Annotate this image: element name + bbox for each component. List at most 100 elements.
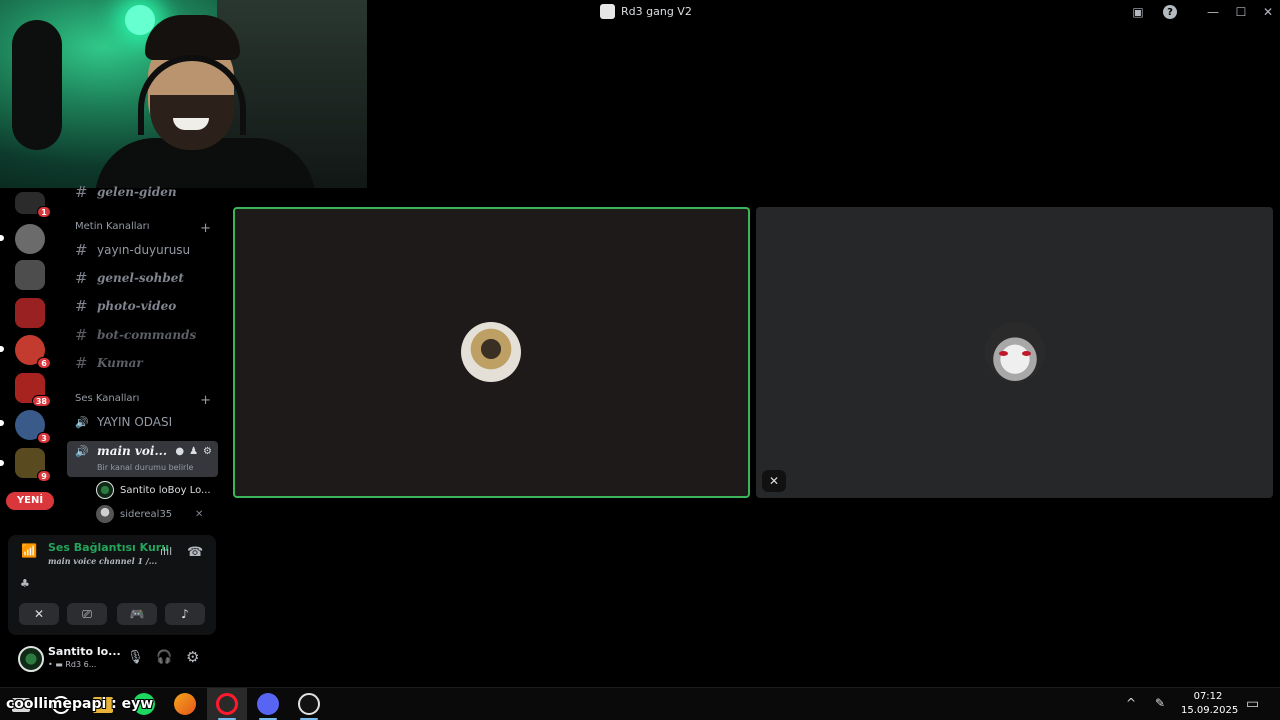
- webcam-microphone: [12, 20, 62, 150]
- gear-icon[interactable]: ⚙: [186, 648, 199, 666]
- user-panel: Santito lo... • ▬ Rd3 6... 🎙 🎧 ⚙: [8, 640, 216, 680]
- inbox-glyph: ▣: [1132, 5, 1144, 19]
- user-name[interactable]: Santito lo...: [48, 645, 121, 658]
- participant-avatar: [461, 322, 521, 382]
- voice-channel-yayin-odasi[interactable]: 🔊 YAYIN ODASI: [75, 411, 172, 433]
- close-button[interactable]: ✕: [1259, 3, 1277, 21]
- chat-bubble-icon[interactable]: ●: [175, 446, 184, 457]
- server-icon[interactable]: 9: [15, 448, 51, 482]
- hash-icon: #: [75, 241, 88, 259]
- server-badge: 3: [37, 432, 51, 444]
- screen-share-button[interactable]: ⎚: [67, 603, 107, 625]
- server-logo-icon: [600, 4, 615, 19]
- server-icon[interactable]: 6: [15, 335, 51, 369]
- category-label: Ses Kanalları: [75, 393, 140, 404]
- voice-user-santito[interactable]: Santito loBoy Lo...: [96, 480, 211, 500]
- unread-indicator: [0, 460, 4, 466]
- maximize-icon: ☐: [1235, 5, 1247, 19]
- activity-button[interactable]: 🎮: [117, 603, 157, 625]
- channel-item-genel-sohbet[interactable]: # genel-sohbet: [75, 267, 184, 289]
- app-title: Rd3 gang V2: [600, 4, 692, 19]
- channel-status-prompt[interactable]: Bir kanal durumu belirle: [97, 463, 193, 472]
- camera-toggle-button[interactable]: ✕: [19, 603, 59, 625]
- clock-time: 07:12: [1193, 691, 1223, 702]
- camera-off-icon: ✕: [33, 607, 45, 621]
- server-icon[interactable]: [15, 298, 45, 328]
- category-voice-channels[interactable]: Ses Kanalları +: [75, 393, 211, 408]
- voice-channel-actions: ● ♟ ⚙: [175, 446, 212, 457]
- gear-icon[interactable]: ⚙: [203, 446, 212, 457]
- minimize-icon: —: [1207, 5, 1219, 19]
- maximize-button[interactable]: ☐: [1232, 3, 1250, 21]
- server-icon[interactable]: [15, 224, 45, 254]
- avatar: [96, 505, 114, 523]
- webcam-person-hair: [145, 15, 240, 60]
- channel-label: yayın-duyurusu: [97, 243, 191, 257]
- server-badge: 1: [37, 206, 51, 218]
- voice-user-sidereal35[interactable]: sidereal35 ✕: [96, 504, 203, 524]
- participant-tile[interactable]: ✕: [756, 207, 1273, 498]
- channel-label: genel-sohbet: [97, 271, 184, 285]
- soundboard-button[interactable]: ♪: [165, 603, 205, 625]
- channel-item-kumar[interactable]: # Kumar: [75, 352, 143, 374]
- signal-icon[interactable]: 📶: [21, 544, 37, 559]
- voice-connection-channel[interactable]: main voice channel 1 /...: [48, 556, 157, 566]
- noise-suppression-icon[interactable]: ılıl: [160, 545, 172, 558]
- minimize-button[interactable]: —: [1204, 3, 1222, 21]
- channel-label: gelen-giden: [97, 185, 177, 199]
- tray-chevron-icon[interactable]: ^: [1126, 696, 1136, 710]
- headphones-icon[interactable]: 🎧: [156, 650, 172, 665]
- avatar-eye: [1022, 351, 1031, 356]
- muted-mic-icon: ✕: [762, 470, 786, 492]
- active-voice-channel[interactable]: 🔊 main voi... Bir kanal durumu belirle ●…: [67, 441, 218, 477]
- microphone-icon[interactable]: 🎙: [127, 650, 144, 665]
- participant-tile-speaking[interactable]: [233, 207, 750, 498]
- add-channel-icon[interactable]: +: [200, 393, 211, 408]
- channel-item-gelen-giden[interactable]: # gelen-giden: [75, 181, 177, 203]
- new-servers-pill[interactable]: YENİ: [6, 492, 54, 510]
- discord-icon[interactable]: [257, 693, 279, 715]
- speaker-icon: 🔊: [75, 445, 89, 458]
- clock-date: 15.09.2025: [1181, 705, 1239, 716]
- krisp-icon[interactable]: ♣: [20, 577, 36, 593]
- participant-avatar: [985, 322, 1045, 382]
- screen-share-icon: ⎚: [82, 606, 92, 621]
- channel-item-photo-video[interactable]: # photo-video: [75, 295, 176, 317]
- server-icon[interactable]: [15, 260, 45, 290]
- soundboard-icon: ♪: [181, 607, 189, 621]
- hash-icon: #: [75, 269, 88, 287]
- opera-gx-icon[interactable]: [216, 693, 238, 715]
- avatar[interactable]: [18, 646, 44, 672]
- system-clock[interactable]: 07:12 15.09.2025: [1181, 690, 1239, 718]
- hash-icon: #: [75, 326, 88, 344]
- server-icon[interactable]: 38: [15, 373, 51, 407]
- add-channel-icon[interactable]: +: [200, 221, 211, 236]
- notification-icon[interactable]: ▭: [1246, 696, 1259, 712]
- close-icon: ✕: [1262, 5, 1274, 19]
- obs-icon[interactable]: [298, 693, 320, 715]
- user-status: • ▬ Rd3 6...: [48, 660, 97, 669]
- voice-connection-status[interactable]: Ses Bağlantısı Kuru: [48, 541, 169, 554]
- server-icon[interactable]: 1: [15, 192, 51, 218]
- channel-label: Kumar: [97, 356, 143, 370]
- help-icon[interactable]: ?: [1163, 5, 1177, 19]
- voice-connection-panel: 📶 Ses Bağlantısı Kuru main voice channel…: [8, 535, 216, 635]
- fl-studio-icon[interactable]: [174, 693, 196, 715]
- channel-item-yayin-duyurusu[interactable]: # yayın-duyurusu: [75, 239, 190, 261]
- voice-user-name: Santito loBoy Lo...: [120, 484, 211, 496]
- invite-user-icon[interactable]: ♟: [189, 446, 198, 457]
- inbox-icon[interactable]: ▣: [1129, 3, 1147, 21]
- gamepad-icon: 🎮: [129, 607, 145, 621]
- channel-item-bot-commands[interactable]: # bot-commands: [75, 324, 196, 346]
- channel-label: photo-video: [97, 299, 177, 313]
- unread-indicator: [0, 235, 4, 241]
- category-text-channels[interactable]: Metin Kanalları +: [75, 221, 211, 236]
- avatar: [96, 481, 114, 499]
- hash-icon: #: [75, 183, 88, 201]
- server-icon[interactable]: 3: [15, 410, 51, 444]
- muted-glyph: ✕: [768, 474, 780, 488]
- disconnect-icon[interactable]: ☎: [187, 545, 203, 560]
- avatar-eye: [999, 351, 1008, 356]
- server-badge: 9: [37, 470, 51, 482]
- pen-icon[interactable]: ✎: [1155, 696, 1165, 710]
